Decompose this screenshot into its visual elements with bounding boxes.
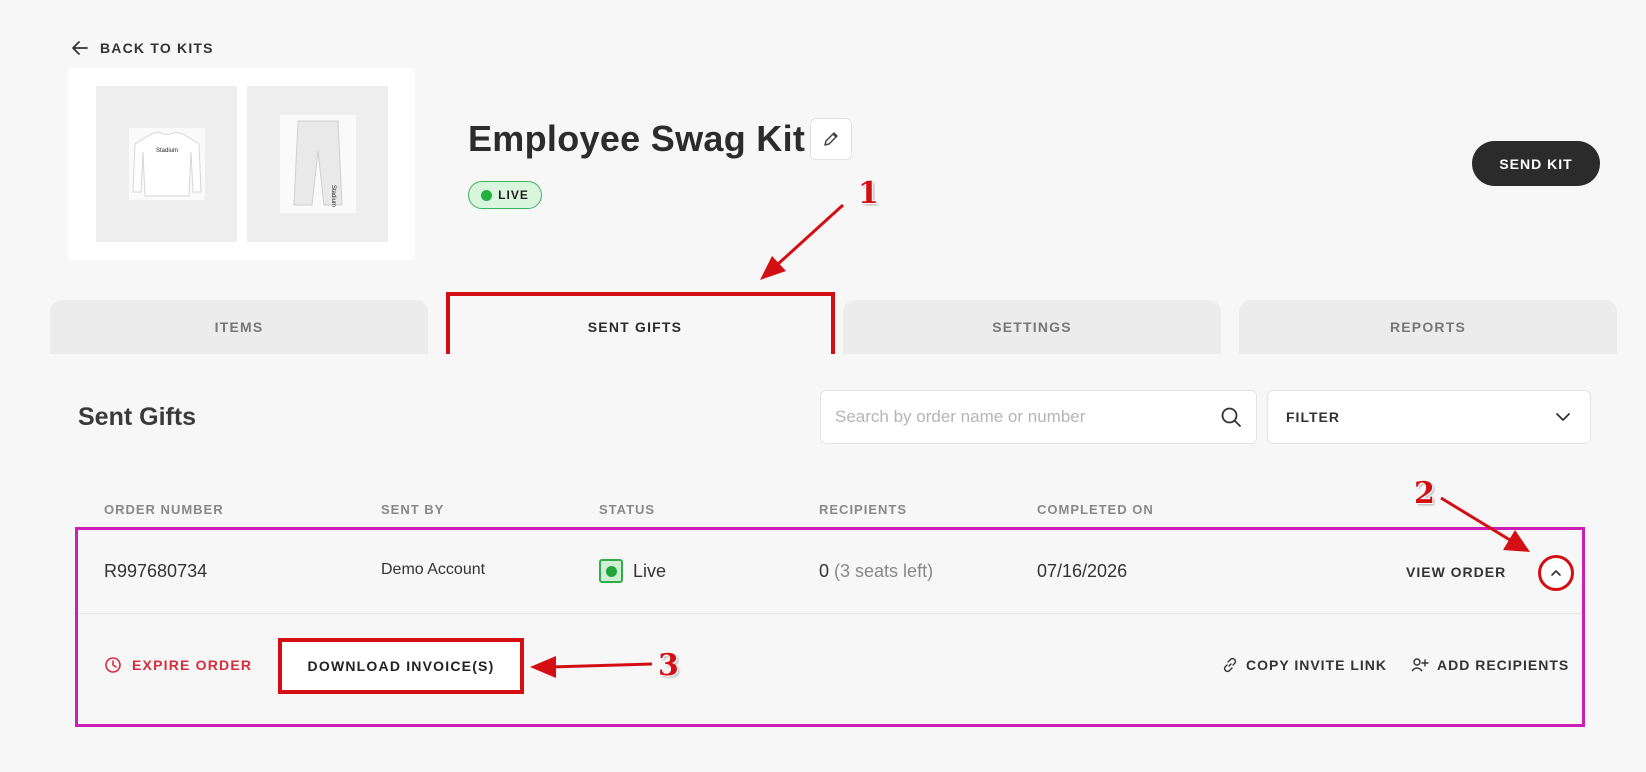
- recipients-seats-left: (3 seats left): [834, 561, 934, 581]
- status-live-icon: [599, 559, 623, 583]
- arrow-1-icon: [760, 203, 845, 280]
- sweatshirt-image: Stadium: [128, 128, 205, 200]
- completed-on: 07/16/2026: [1037, 561, 1128, 581]
- add-recipients-label: ADD RECIPIENTS: [1437, 657, 1570, 673]
- view-order-link[interactable]: VIEW ORDER: [1406, 564, 1506, 580]
- kit-status-badge: LIVE: [468, 181, 542, 209]
- kit-title: Employee Swag Kit: [468, 118, 806, 159]
- kit-thumbnail-sweatshirt[interactable]: Stadium: [96, 86, 237, 242]
- live-dot-icon: [481, 189, 493, 201]
- annotation-number-2: 2: [1414, 476, 1435, 511]
- filter-dropdown[interactable]: FILTER: [1267, 390, 1591, 444]
- order-search-box: [820, 390, 1257, 444]
- tab-reports[interactable]: REPORTS: [1239, 300, 1617, 354]
- tab-items[interactable]: ITEMS: [50, 300, 428, 354]
- search-icon[interactable]: [1220, 406, 1242, 428]
- back-to-kits-link[interactable]: BACK TO KITS: [70, 38, 214, 58]
- download-invoices-button[interactable]: DOWNLOAD INVOICE(S): [278, 638, 524, 694]
- copy-invite-link-label: COPY INVITE LINK: [1246, 657, 1387, 673]
- column-header-order-number: ORDER NUMBER: [104, 502, 224, 517]
- status-cell: Live: [599, 559, 666, 583]
- expire-order-label: EXPIRE ORDER: [132, 657, 253, 673]
- annotation-number-3: 3: [658, 648, 679, 683]
- send-kit-button[interactable]: SEND KIT: [1472, 141, 1600, 186]
- row-divider: [78, 613, 1582, 614]
- recipients-count: 0: [819, 561, 830, 581]
- arrow-left-icon: [72, 41, 88, 55]
- annotation-number-1: 1: [858, 176, 879, 211]
- column-header-recipients: RECIPIENTS: [819, 502, 908, 517]
- sweatpants-brand-text: Stadium: [330, 185, 336, 207]
- kit-thumbnail-sweatpants[interactable]: Stadium: [247, 86, 388, 242]
- edit-title-button[interactable]: [810, 118, 852, 160]
- column-header-completed-on: COMPLETED ON: [1037, 502, 1154, 517]
- add-user-icon: [1411, 658, 1429, 672]
- kit-image-gallery: Stadium Stadium: [68, 68, 415, 260]
- annotation-box-sent-gifts-tab: [446, 292, 835, 360]
- chevron-up-icon: [1551, 570, 1561, 576]
- kit-status-label: LIVE: [498, 188, 529, 202]
- clock-icon: [105, 657, 121, 673]
- order-number: R997680734: [104, 561, 208, 581]
- add-recipients-button[interactable]: ADD RECIPIENTS: [1411, 657, 1569, 673]
- sweatshirt-brand-text: Stadium: [155, 148, 177, 154]
- recipients-cell: 0 (3 seats left): [819, 561, 933, 582]
- section-title: Sent Gifts: [78, 403, 197, 431]
- link-icon: [1223, 657, 1237, 673]
- annotation-box-order-row: [75, 527, 1585, 727]
- column-header-status: STATUS: [599, 502, 656, 517]
- order-search-input[interactable]: [835, 407, 1220, 427]
- sent-by: Demo Account: [381, 561, 486, 578]
- status-label: Live: [633, 560, 667, 581]
- tab-settings[interactable]: SETTINGS: [843, 300, 1221, 354]
- copy-invite-link-button[interactable]: COPY INVITE LINK: [1222, 657, 1387, 673]
- filter-label: FILTER: [1286, 409, 1340, 425]
- column-header-sent-by: SENT BY: [381, 502, 445, 517]
- collapse-row-button[interactable]: [1538, 555, 1574, 591]
- back-to-kits-label: BACK TO KITS: [100, 40, 214, 56]
- pencil-icon: [824, 132, 838, 146]
- sweatpants-image: Stadium: [279, 115, 356, 213]
- chevron-down-icon: [1556, 413, 1570, 421]
- expire-order-button[interactable]: EXPIRE ORDER: [104, 656, 252, 674]
